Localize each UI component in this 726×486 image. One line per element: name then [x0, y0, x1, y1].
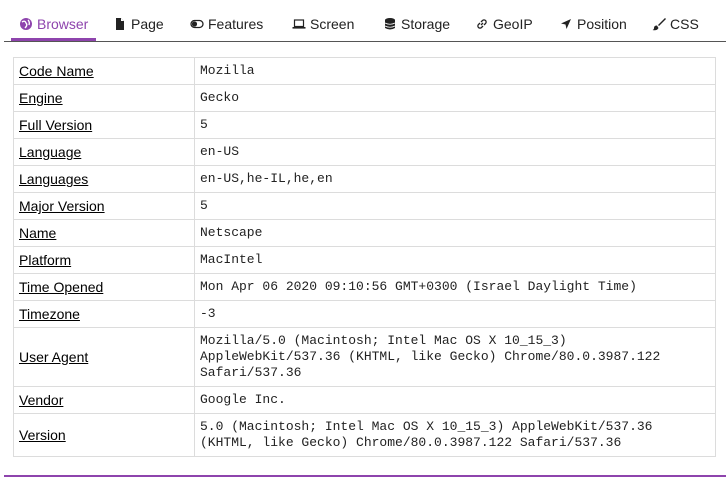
- laptop-icon: [292, 17, 306, 31]
- tab-features[interactable]: Features: [190, 0, 263, 40]
- tab-css[interactable]: CSS: [652, 0, 699, 40]
- tab-label: Browser: [37, 16, 89, 32]
- table-row: Version 5.0 (Macintosh; Intel Mac OS X 1…: [13, 413, 716, 457]
- tab-label: Features: [208, 16, 264, 32]
- tab-label: Page: [131, 16, 164, 32]
- table-row: Time Opened Mon Apr 06 2020 09:10:56 GMT…: [13, 273, 716, 301]
- table-row: Full Version 5: [13, 111, 716, 139]
- table-row: Name Netscape: [13, 219, 716, 247]
- tab-bar: Browser Page Features Screen Storage Geo…: [4, 0, 726, 42]
- row-key: User Agent: [13, 327, 195, 387]
- row-key: Time Opened: [13, 273, 195, 301]
- row-value: MacIntel: [194, 246, 716, 274]
- row-key: Language: [13, 138, 195, 166]
- globe-icon: [19, 17, 33, 31]
- row-key: Vendor: [13, 386, 195, 414]
- user-agent-value: Mozilla/5.0 (Macintosh; Intel Mac OS X 1…: [200, 333, 661, 380]
- table-row: Code Name Mozilla: [13, 57, 716, 85]
- row-value: Mon Apr 06 2020 09:10:56 GMT+0300 (Israe…: [194, 273, 716, 301]
- row-key: Version: [13, 413, 195, 457]
- row-value: Mozilla/5.0 (Macintosh; Intel Mac OS X 1…: [194, 327, 716, 387]
- row-key: Code Name: [13, 57, 195, 85]
- row-value: en-US: [194, 138, 716, 166]
- row-value: Netscape: [194, 219, 716, 247]
- table-row: Platform MacIntel: [13, 246, 716, 274]
- tab-screen[interactable]: Screen: [292, 0, 354, 40]
- tab-page[interactable]: Page: [113, 0, 164, 40]
- row-value: Google Inc.: [194, 386, 716, 414]
- row-value: 5: [194, 111, 716, 139]
- row-value: 5: [194, 192, 716, 220]
- toggle-icon: [190, 17, 204, 31]
- link-icon: [475, 17, 489, 31]
- table-row: Timezone -3: [13, 300, 716, 328]
- row-key: Name: [13, 219, 195, 247]
- row-key: Languages: [13, 165, 195, 193]
- browser-info-table: Code Name Mozilla Engine Gecko Full Vers…: [13, 57, 716, 457]
- row-value: -3: [194, 300, 716, 328]
- version-value: 5.0 (Macintosh; Intel Mac OS X 10_15_3) …: [200, 419, 653, 450]
- location-arrow-icon: [559, 17, 573, 31]
- row-key: Platform: [13, 246, 195, 274]
- row-value: en-US,he-IL,he,en: [194, 165, 716, 193]
- tab-label: Storage: [401, 16, 451, 32]
- row-value: Mozilla: [194, 57, 716, 85]
- tab-label: GeoIP: [493, 16, 533, 32]
- table-row: Languages en-US,he-IL,he,en: [13, 165, 716, 193]
- tab-label: Screen: [310, 16, 355, 32]
- table-row: Major Version 5: [13, 192, 716, 220]
- file-icon: [113, 17, 127, 31]
- row-value: 5.0 (Macintosh; Intel Mac OS X 10_15_3) …: [194, 413, 716, 457]
- tab-label: CSS: [670, 16, 699, 32]
- paintbrush-icon: [652, 17, 666, 31]
- table-row: Language en-US: [13, 138, 716, 166]
- tab-storage[interactable]: Storage: [383, 0, 450, 40]
- table-row: Vendor Google Inc.: [13, 386, 716, 414]
- table-row: User Agent Mozilla/5.0 (Macintosh; Intel…: [13, 327, 716, 387]
- row-key: Major Version: [13, 192, 195, 220]
- database-icon: [383, 17, 397, 31]
- tab-position[interactable]: Position: [559, 0, 627, 40]
- table-row: Engine Gecko: [13, 84, 716, 112]
- row-key: Full Version: [13, 111, 195, 139]
- row-value: Gecko: [194, 84, 716, 112]
- row-key: Engine: [13, 84, 195, 112]
- tab-geoip[interactable]: GeoIP: [475, 0, 533, 40]
- bottom-divider: [4, 475, 726, 477]
- row-key: Timezone: [13, 300, 195, 328]
- tab-browser[interactable]: Browser: [10, 0, 97, 41]
- tab-label: Position: [577, 16, 627, 32]
